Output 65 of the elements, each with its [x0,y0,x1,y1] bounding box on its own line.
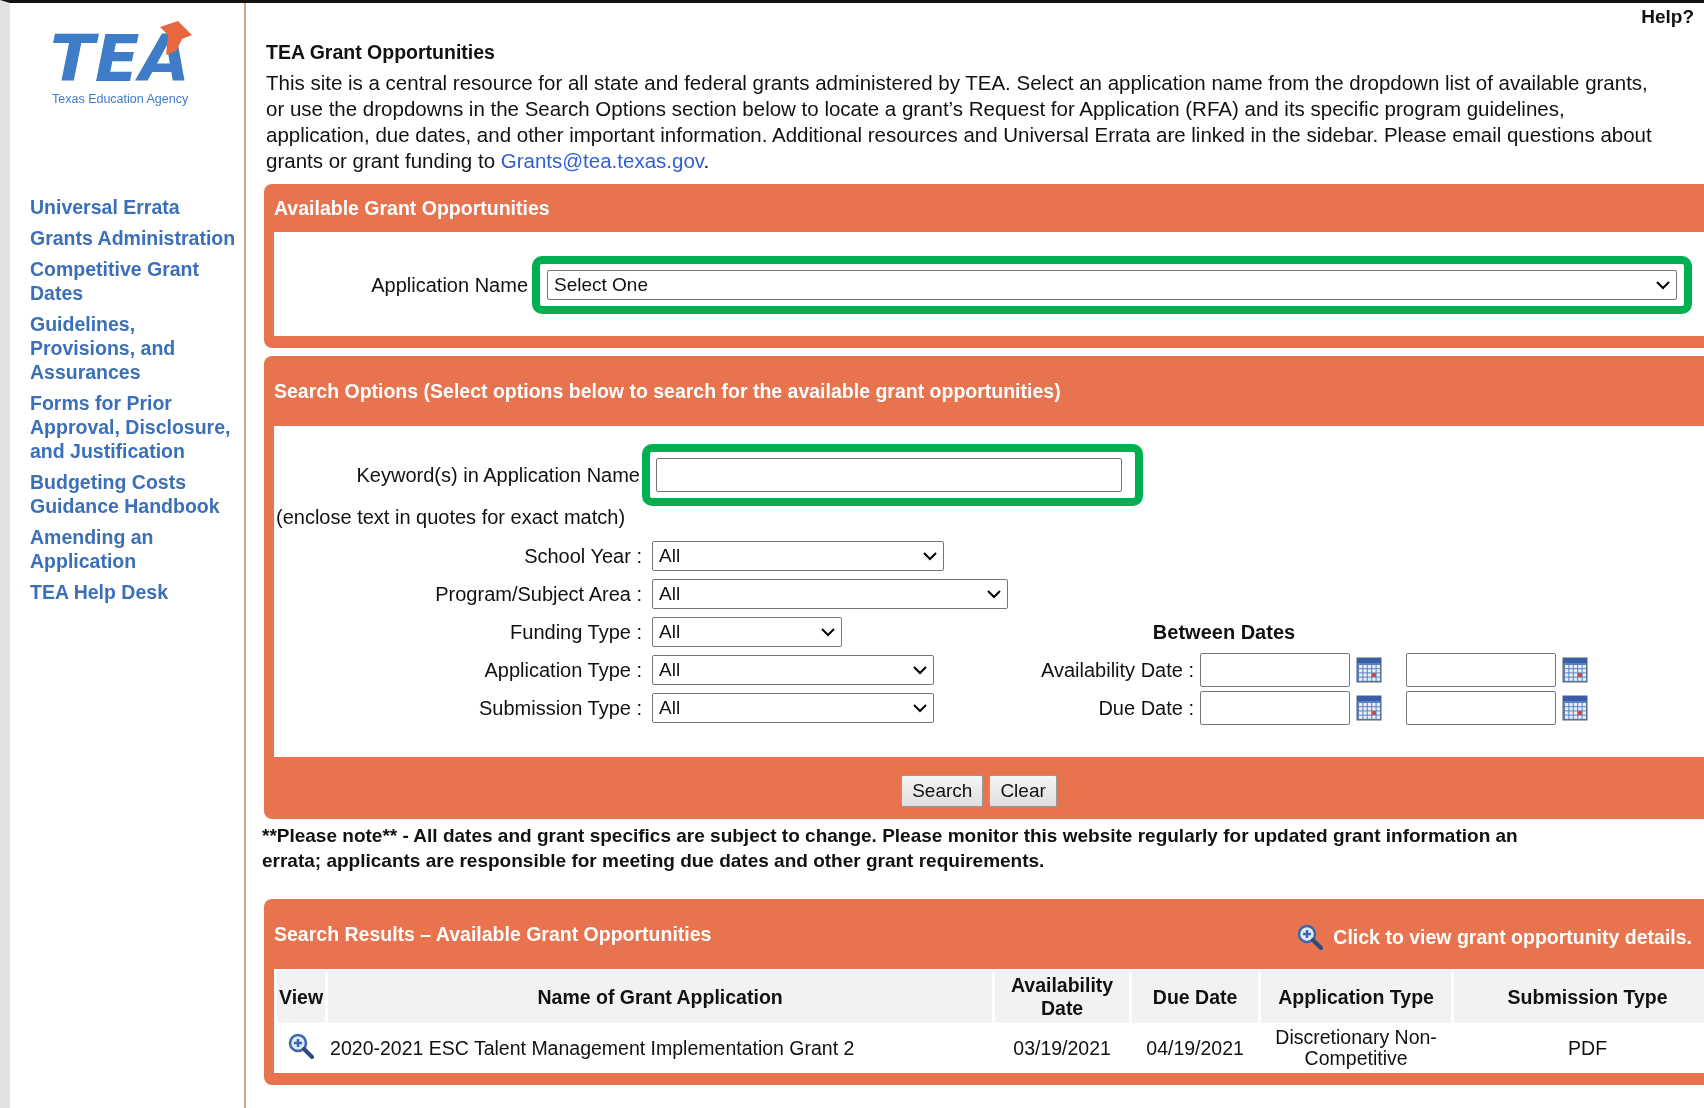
date-input[interactable] [1406,653,1556,687]
field-label: Availability Date : [1039,658,1194,682]
filter-dropdown[interactable]: All [652,617,842,647]
calendar-icon[interactable] [1562,657,1588,683]
chevron-down-icon [923,551,937,561]
section-heading: Between Dates [1152,620,1296,643]
sidebar-link[interactable]: TEA Help Desk [30,580,238,604]
panel-title: Search Options (Select options below to search for the available grant opportunities) [274,379,1061,403]
filter-dropdown[interactable]: All [652,693,934,723]
field-label: Application Type : [483,658,643,682]
chevron-down-icon [913,665,927,675]
note-text: **Please note** - All dates and grant specifics are subject to change. Please monitor this website regularly for updated grant information an [262,824,1519,848]
sidebar-link[interactable]: Grants Administration [30,226,238,250]
field-label: School Year : [523,544,643,568]
zoom-icon[interactable] [288,1033,315,1059]
calendar-icon[interactable] [1356,695,1382,721]
table-cell-text: Discretionary Non-Competitive [1274,1025,1438,1071]
hint-text: Click to view grant opportunity details. [1333,925,1692,949]
filter-dropdown[interactable]: All [652,541,944,571]
column-header: View [277,971,326,1023]
table-cell-text: 03/19/2021 [1012,1035,1112,1061]
sidebar-link[interactable]: Forms for Prior Approval, Disclosure, and Justification [30,391,238,463]
chevron-down-icon [1656,280,1670,290]
table-cell-text: PDF [1567,1035,1609,1061]
keyword-input[interactable] [656,458,1122,492]
column-header: Submission Type [1454,971,1704,1023]
panel-title: Search Results – Available Grant Opportunities [274,922,712,946]
calendar-icon[interactable] [1562,695,1588,721]
application-dropdown[interactable]: Select One [547,270,1677,300]
hint-text: (enclose text in quotes for exact match) [276,506,627,529]
help-link[interactable]: Help? [1641,3,1694,25]
date-input[interactable] [1406,691,1556,725]
column-header: Name of Grant Application [328,971,993,1023]
zoom-icon [1297,924,1324,950]
clear-button[interactable]: Clear [989,775,1057,807]
column-header: Due Date [1132,971,1259,1023]
field-label: Due Date : [1097,696,1194,720]
chevron-down-icon [913,703,927,713]
note-text: errata; applicants are responsible for meeting due dates and other grant requirements. [262,849,1046,873]
field-label: Submission Type : [477,696,643,720]
chevron-down-icon [821,627,835,637]
filter-dropdown[interactable]: All [652,579,1008,609]
intro-paragraph: This site is a central resource for all state and federal grants administered by TEA. Select an application name from the dropdown list of available grants, or use the dropdowns in the Search Options section below to locate a grant’s Request for Application (RFA) and its specific program guidelines, application, due dates, and other important information. Additional resources and Universal Errata are linked in the sidebar. Please email questions about grants or grant funding to Grants@tea.texas.gov. [266,70,1653,174]
column-header: Application Type [1261,971,1452,1023]
panel-title: Available Grant Opportunities [274,196,550,220]
field-label: Application Name [370,273,529,297]
page-title: TEA Grant Opportunities [266,41,496,64]
date-input[interactable] [1200,691,1350,725]
search-button[interactable]: Search [901,775,984,807]
field-label: Funding Type : [509,620,643,644]
email-link[interactable]: Grants@tea.texas.gov [500,149,704,172]
table-cell-text: 04/19/2021 [1145,1035,1245,1061]
column-header: Availability Date [995,971,1130,1023]
table-cell-text: 2020-2021 ESC Talent Management Implementation Grant 2 [329,1035,856,1061]
sidebar-link[interactable]: Competitive Grant Dates [30,257,238,305]
sidebar-link[interactable]: Universal Errata [30,195,238,219]
calendar-icon[interactable] [1356,657,1382,683]
field-label: Program/Subject Area : [434,582,643,606]
date-input[interactable] [1200,653,1350,687]
filter-dropdown[interactable]: All [652,655,934,685]
sidebar-link[interactable]: Amending an Application [30,525,238,573]
sidebar-link[interactable]: Budgeting Costs Guidance Handbook [30,470,238,518]
sidebar-link[interactable]: Guidelines, Provisions, and Assurances [30,312,238,384]
chevron-down-icon [987,589,1001,599]
field-label: Keyword(s) in Application Name [355,463,641,487]
